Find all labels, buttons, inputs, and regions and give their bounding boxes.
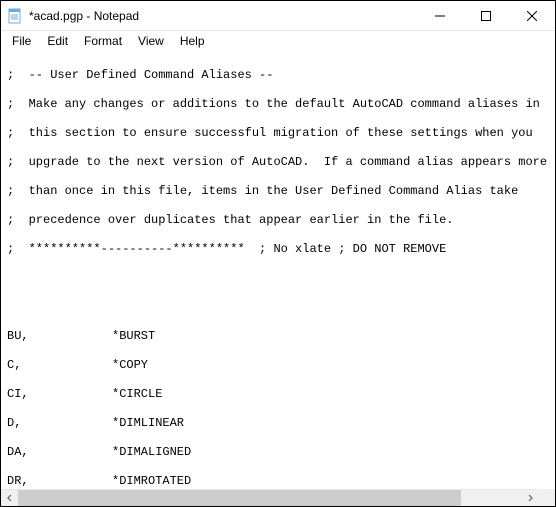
menu-bar: File Edit Format View Help: [1, 31, 555, 51]
window-controls: [417, 1, 555, 30]
notepad-icon: [7, 8, 23, 24]
text-line: ; this section to ensure successful migr…: [7, 126, 551, 141]
scroll-right-icon[interactable]: [521, 490, 538, 506]
text-line: ; precedence over duplicates that appear…: [7, 213, 551, 228]
menu-help[interactable]: Help: [173, 33, 212, 49]
horizontal-scrollbar[interactable]: [1, 489, 538, 506]
text-line: ; -- User Defined Command Aliases --: [7, 68, 551, 83]
text-line: ; than once in this file, items in the U…: [7, 184, 551, 199]
text-line: ; upgrade to the next version of AutoCAD…: [7, 155, 551, 170]
close-button[interactable]: [509, 1, 555, 30]
scroll-thumb[interactable]: [18, 490, 461, 506]
scroll-left-icon[interactable]: [1, 490, 18, 506]
alias-line: DR,*DIMROTATED: [7, 474, 551, 489]
window-title: *acad.pgp - Notepad: [29, 9, 417, 23]
text-line: ; **********----------********** ; No xl…: [7, 242, 551, 257]
menu-view[interactable]: View: [131, 33, 171, 49]
text-editor[interactable]: ; -- User Defined Command Aliases -- ; M…: [1, 51, 555, 489]
menu-file[interactable]: File: [5, 33, 38, 49]
text-line: [7, 271, 551, 286]
alias-line: DA,*DIMALIGNED: [7, 445, 551, 460]
text-line: [7, 300, 551, 315]
scroll-track[interactable]: [18, 490, 521, 506]
text-line: ; Make any changes or additions to the d…: [7, 97, 551, 112]
minimize-button[interactable]: [417, 1, 463, 30]
maximize-button[interactable]: [463, 1, 509, 30]
alias-line: D,*DIMLINEAR: [7, 416, 551, 431]
alias-line: CI,*CIRCLE: [7, 387, 551, 402]
title-bar: *acad.pgp - Notepad: [1, 1, 555, 31]
menu-edit[interactable]: Edit: [40, 33, 75, 49]
scroll-corner: [538, 489, 555, 506]
alias-line: BU,*BURST: [7, 329, 551, 344]
alias-line: C,*COPY: [7, 358, 551, 373]
menu-format[interactable]: Format: [77, 33, 129, 49]
